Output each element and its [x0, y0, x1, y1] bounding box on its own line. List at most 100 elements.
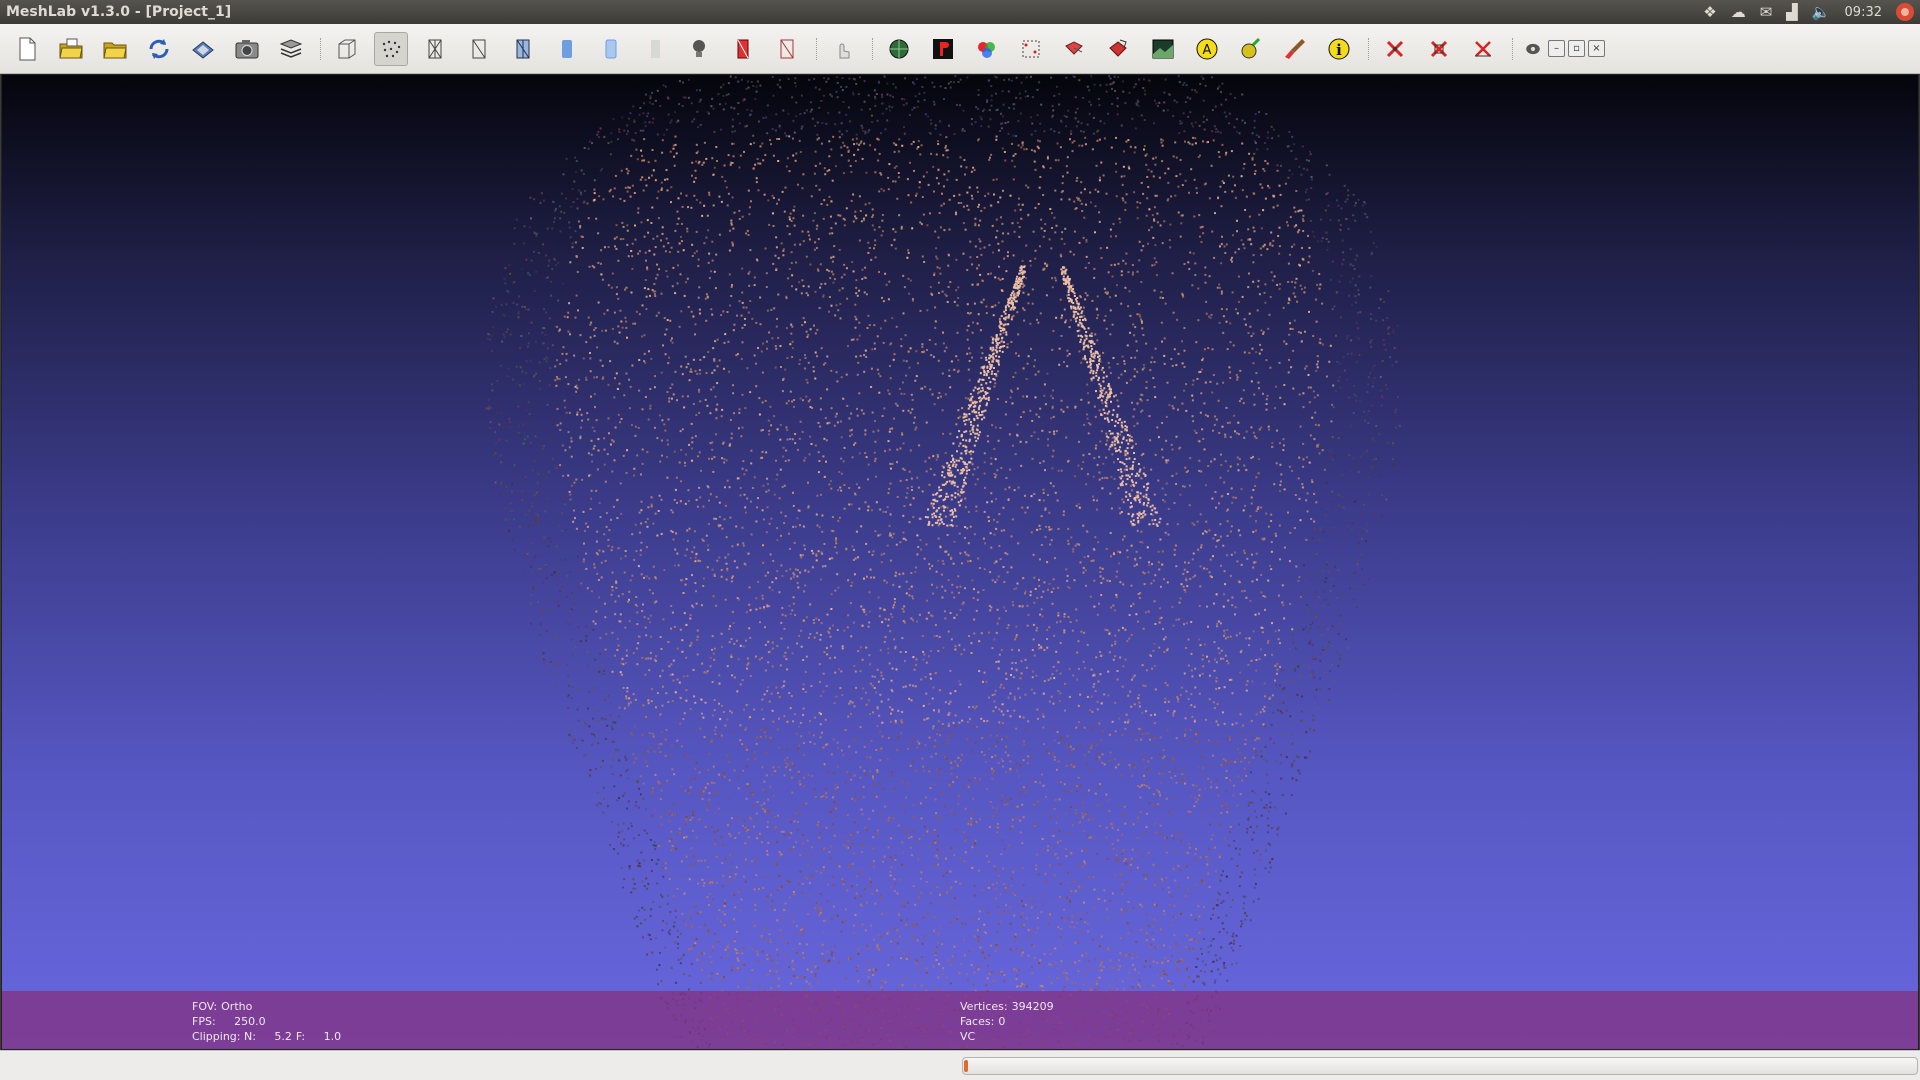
pdf-paint-icon — [933, 38, 953, 59]
delete-faces-button[interactable] — [1422, 32, 1456, 66]
progress-fill — [964, 1060, 968, 1072]
toolbar-separator — [1512, 37, 1514, 60]
clipping-far-value: 1.0 — [323, 1030, 342, 1043]
flat-lines-icon — [516, 39, 530, 58]
layers-icon — [279, 38, 303, 58]
hidden-lines-icon — [472, 39, 486, 58]
paint-brush-icon — [1285, 38, 1305, 59]
clipping-far-label: F: — [295, 1030, 306, 1043]
pick-tool-button[interactable] — [1234, 32, 1268, 66]
clock[interactable]: 09:32 — [1845, 5, 1882, 20]
color-mode: VC — [960, 1030, 976, 1043]
paint-brush-button[interactable] — [1278, 32, 1312, 66]
progress-bar — [962, 1057, 1918, 1075]
fps-value: 250.0 — [234, 1015, 266, 1028]
fill-mesh-button[interactable] — [882, 32, 916, 66]
info-icon: i — [1328, 38, 1350, 59]
info-overlay: FOV: Ortho FPS: 250.0 Clipping: N: 5.2 F… — [2, 991, 1918, 1049]
paint-pdf-button[interactable] — [926, 32, 960, 66]
lighting-button[interactable] — [682, 32, 716, 66]
backface-button[interactable] — [726, 32, 760, 66]
bbox-icon — [338, 39, 356, 58]
pick-tool-icon — [1241, 37, 1261, 58]
vertices-value: 394209 — [1011, 1000, 1054, 1013]
annotate-a-icon: A — [1196, 38, 1218, 59]
open-folder-icon — [59, 38, 83, 58]
color-palette-icon — [978, 41, 995, 58]
toolbar-separator — [816, 37, 818, 60]
measure-icon — [1109, 39, 1127, 57]
snapshot-button[interactable] — [230, 32, 264, 66]
reload-icon — [149, 38, 169, 59]
layers-button[interactable] — [274, 32, 308, 66]
delete-selection-button[interactable] — [1466, 32, 1500, 66]
dropbox-icon[interactable]: ❖ — [1703, 0, 1716, 24]
minimize-window-button[interactable]: – — [1548, 40, 1565, 57]
measure-button[interactable] — [1102, 32, 1136, 66]
folder-icon — [103, 42, 127, 58]
info-button[interactable]: i — [1322, 32, 1356, 66]
hand-icon — [839, 43, 850, 58]
select-vertices-button[interactable] — [1014, 32, 1048, 66]
restore-window-button[interactable]: ▫ — [1568, 40, 1585, 57]
raster-image-icon — [1152, 39, 1174, 58]
view-info: FOV: Ortho FPS: 250.0 Clipping: N: 5.2 F… — [192, 999, 341, 1044]
manipulator-button[interactable] — [826, 32, 860, 66]
new-project-button[interactable] — [10, 32, 44, 66]
render-smooth-button[interactable] — [594, 32, 628, 66]
faces-value: 0 — [998, 1015, 1006, 1028]
light-bulb-icon — [693, 39, 705, 57]
fov-label: FOV: — [192, 1000, 218, 1013]
delete-faces-icon — [1430, 40, 1448, 57]
delete-vertices-button[interactable] — [1378, 32, 1412, 66]
render-points-button[interactable] — [374, 31, 408, 66]
texture-icon — [651, 39, 660, 58]
svg-text:A: A — [1203, 43, 1212, 58]
open-mesh-button[interactable] — [98, 32, 132, 66]
toolbar-separator — [320, 37, 322, 60]
3d-viewport[interactable]: FOV: Ortho FPS: 250.0 Clipping: N: 5.2 F… — [1, 74, 1919, 1050]
backface-icon — [737, 39, 749, 58]
mesh-info: Vertices: 394209 Faces: 0 VC — [960, 999, 1054, 1044]
window-title: MeshLab v1.3.0 - [Project_1] — [6, 4, 232, 20]
render-flat-button[interactable] — [550, 32, 584, 66]
align-icon — [1065, 40, 1083, 55]
delete-vertices-icon — [1386, 40, 1404, 57]
render-bbox-button[interactable] — [330, 32, 364, 66]
flat-shading-icon — [562, 39, 572, 58]
render-flatlines-button[interactable] — [506, 32, 540, 66]
close-window-button[interactable]: × — [1588, 40, 1605, 57]
volume-icon[interactable]: 🔈 — [1812, 0, 1831, 24]
globe-mesh-icon — [889, 39, 909, 58]
network-icon[interactable]: ▟ — [1786, 0, 1798, 24]
main-toolbar: A i – ▫ × — [0, 24, 1920, 74]
top-panel: MeshLab v1.3.0 - [Project_1] ❖ ☁ ✉ ▟ 🔈 0… — [0, 0, 1920, 24]
cloud-icon[interactable]: ☁ — [1731, 0, 1746, 24]
wireframe-icon — [428, 39, 442, 58]
camera-toggle-button[interactable] — [1522, 32, 1544, 66]
align-button[interactable] — [1058, 32, 1092, 66]
new-document-icon — [19, 37, 36, 60]
smooth-shading-icon — [605, 39, 617, 58]
vertices-label: Vertices: — [960, 1000, 1008, 1013]
point-cloud-face — [485, 75, 1401, 1049]
open-project-button[interactable] — [54, 32, 88, 66]
select-faces-button[interactable] — [770, 32, 804, 66]
power-icon[interactable] — [1896, 3, 1914, 21]
faces-label: Faces: — [960, 1015, 995, 1028]
save-button[interactable] — [186, 32, 220, 66]
system-tray: ❖ ☁ ✉ ▟ 🔈 09:32 — [1703, 0, 1920, 24]
delete-selection-icon — [1475, 40, 1491, 57]
annotate-button[interactable]: A — [1190, 32, 1224, 66]
select-faces-icon — [780, 39, 794, 58]
render-wireframe-button[interactable] — [418, 32, 452, 66]
toolbar-separator — [1368, 37, 1370, 60]
render-hiddenlines-button[interactable] — [462, 32, 496, 66]
render-texture-button[interactable] — [638, 32, 672, 66]
color-tools-button[interactable] — [970, 32, 1004, 66]
fps-label: FPS: — [192, 1015, 216, 1028]
raster-button[interactable] — [1146, 32, 1180, 66]
reload-button[interactable] — [142, 32, 176, 66]
mail-icon[interactable]: ✉ — [1760, 0, 1773, 24]
save-disk-icon — [192, 40, 214, 59]
